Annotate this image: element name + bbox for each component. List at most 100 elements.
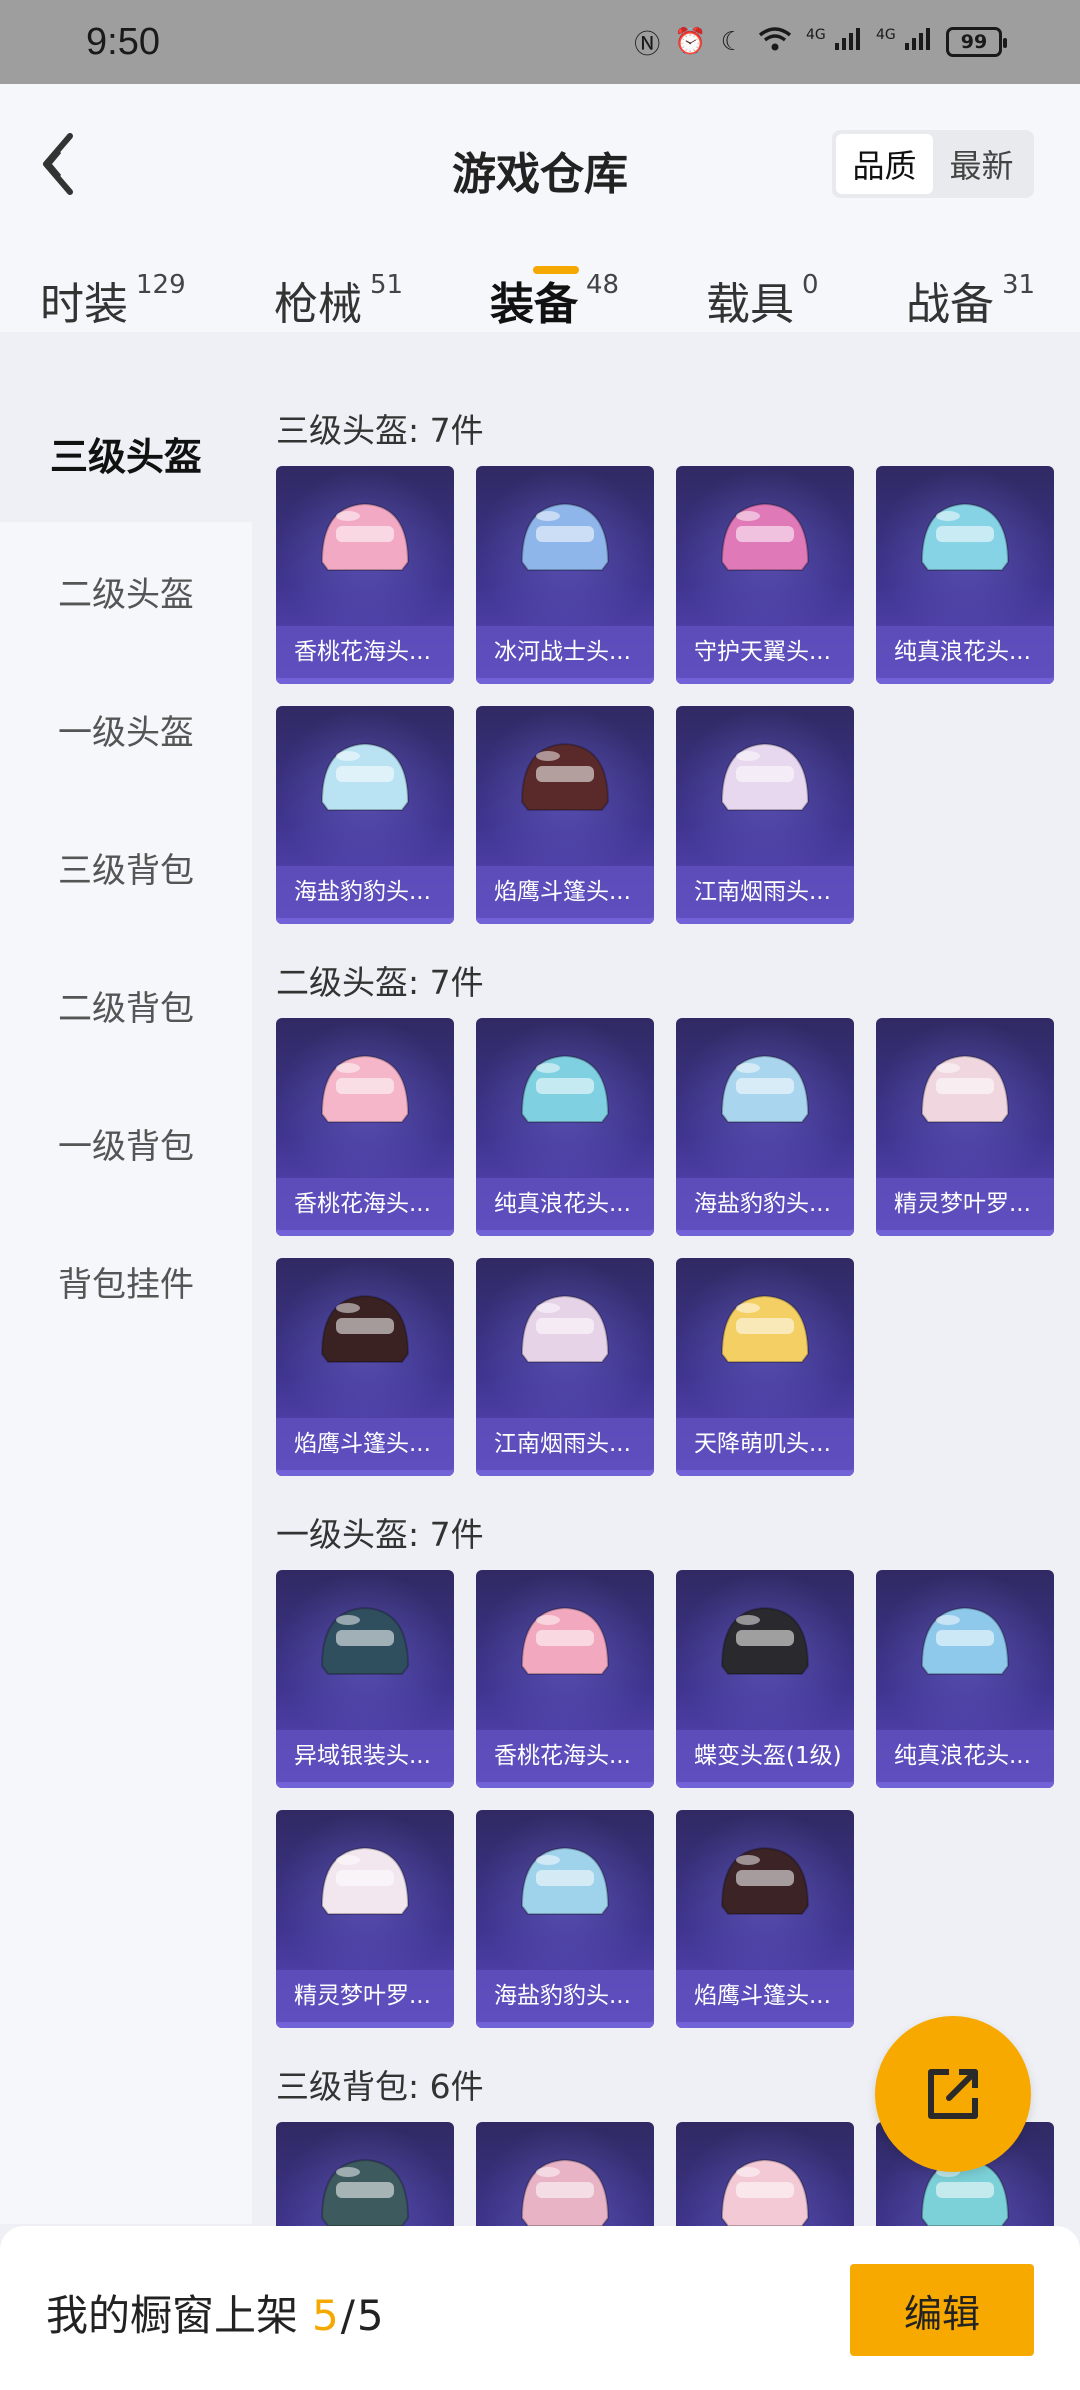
sort-quality-button[interactable]: 品质 <box>836 134 933 194</box>
item-name: 江南烟雨头... <box>676 866 854 918</box>
moon-icon: ☾ <box>720 27 744 57</box>
tab-weapons[interactable]: 枪械 51 <box>274 268 403 332</box>
item-card[interactable]: 冰河战士头... <box>476 466 654 684</box>
helmet-icon <box>520 502 610 571</box>
item-name: 海盐豹豹头... <box>476 1970 654 2022</box>
item-name: 海盐豹豹头... <box>276 866 454 918</box>
item-card[interactable]: 海盐豹豹头... <box>276 706 454 924</box>
item-card[interactable] <box>276 2122 454 2226</box>
item-card[interactable]: 香桃花海头... <box>476 1570 654 1788</box>
section-title: 三级背包: 6件 <box>276 2067 484 2106</box>
signal-icon-2: 4G <box>876 27 932 58</box>
app-header: 游戏仓库 品质 最新 时装 129 枪械 51 装备 48 载具 0 战备 31 <box>0 84 1080 332</box>
item-card[interactable]: 海盐豹豹头... <box>476 1810 654 2028</box>
item-name: 精灵梦叶罗... <box>276 1970 454 2022</box>
status-icons: Ⓝ ⏰ ☾ 4G 4G 99 <box>634 24 1007 61</box>
item-name: 纯真浪花头... <box>876 1730 1054 1782</box>
helmet-icon <box>320 1606 410 1675</box>
item-name: 天降萌叽头... <box>676 1418 854 1470</box>
item-card[interactable]: 香桃花海头... <box>276 1018 454 1236</box>
shelf-status: 我的橱窗上架 5 / 5 <box>46 2291 384 2340</box>
sidebar-item-backpack-charm[interactable]: 背包挂件 <box>0 1212 252 1350</box>
sidebar-item-level1-backpack[interactable]: 一级背包 <box>0 1074 252 1212</box>
item-card[interactable]: 香桃花海头... <box>276 466 454 684</box>
item-card[interactable]: 焰鹰斗篷头... <box>676 1810 854 2028</box>
tab-fashion[interactable]: 时装 129 <box>40 268 186 332</box>
backpack-icon <box>320 2158 410 2226</box>
section-title: 三级头盔: 7件 <box>276 411 484 450</box>
item-grid: 三级头盔: 7件香桃花海头... 冰河战士头... 守护天翼头... 纯真浪花头...… <box>252 384 1080 2226</box>
wifi-icon <box>758 26 792 59</box>
alarm-icon: ⏰ <box>674 27 707 57</box>
item-card[interactable]: 江南烟雨头... <box>476 1258 654 1476</box>
sidebar: 三级头盔 二级头盔 一级头盔 三级背包 二级背包 一级背包 背包挂件 <box>0 384 252 2224</box>
item-card[interactable]: 天降萌叽头... <box>676 1258 854 1476</box>
helmet-icon <box>320 1846 410 1915</box>
helmet-icon <box>320 1054 410 1123</box>
status-time: 9:50 <box>86 20 160 63</box>
item-card[interactable]: 纯真浪花头... <box>876 1570 1054 1788</box>
helmet-icon <box>920 1606 1010 1675</box>
item-card[interactable]: 江南烟雨头... <box>676 706 854 924</box>
signal-icon: 4G <box>806 27 862 58</box>
helmet-icon <box>720 1294 810 1363</box>
bottom-bar: 我的橱窗上架 5 / 5 编辑 <box>0 2226 1080 2390</box>
section-title: 一级头盔: 7件 <box>276 1515 484 1554</box>
item-card[interactable]: 守护天翼头... <box>676 466 854 684</box>
item-name: 守护天翼头... <box>676 626 854 678</box>
helmet-icon <box>720 1846 810 1915</box>
item-name: 异域银装头... <box>276 1730 454 1782</box>
item-name: 焰鹰斗篷头... <box>676 1970 854 2022</box>
category-tabs: 时装 129 枪械 51 装备 48 载具 0 战备 31 <box>0 268 1080 332</box>
sidebar-item-level2-backpack[interactable]: 二级背包 <box>0 936 252 1074</box>
tab-supplies[interactable]: 战备 31 <box>906 268 1035 332</box>
sidebar-item-level1-helmet[interactable]: 一级头盔 <box>0 660 252 798</box>
sidebar-item-level3-helmet[interactable]: 三级头盔 <box>0 384 252 522</box>
item-name: 纯真浪花头... <box>476 1178 654 1230</box>
helmet-icon <box>520 1054 610 1123</box>
share-icon <box>928 2069 978 2119</box>
status-bar: 9:50 Ⓝ ⏰ ☾ 4G 4G 99 <box>0 0 1080 84</box>
item-name: 江南烟雨头... <box>476 1418 654 1470</box>
section-title: 二级头盔: 7件 <box>276 963 484 1002</box>
sidebar-item-level3-backpack[interactable]: 三级背包 <box>0 798 252 936</box>
helmet-icon <box>920 502 1010 571</box>
item-name: 香桃花海头... <box>276 626 454 678</box>
helmet-icon <box>720 742 810 811</box>
item-name: 香桃花海头... <box>276 1178 454 1230</box>
item-name: 蝶变头盔(1级) <box>676 1730 854 1782</box>
backpack-icon <box>720 2158 810 2226</box>
item-card[interactable] <box>476 2122 654 2226</box>
item-card[interactable]: 焰鹰斗篷头... <box>276 1258 454 1476</box>
helmet-icon <box>320 1294 410 1363</box>
item-card[interactable]: 精灵梦叶罗... <box>876 1018 1054 1236</box>
sort-newest-button[interactable]: 最新 <box>933 134 1030 194</box>
item-name: 香桃花海头... <box>476 1730 654 1782</box>
shelf-current-count: 5 <box>312 2291 339 2340</box>
share-button[interactable] <box>875 2016 1031 2172</box>
item-card[interactable]: 焰鹰斗篷头... <box>476 706 654 924</box>
battery-icon: 99 <box>946 27 1007 57</box>
item-card[interactable]: 纯真浪花头... <box>876 466 1054 684</box>
tab-active-indicator <box>533 266 579 274</box>
item-card[interactable]: 蝶变头盔(1级) <box>676 1570 854 1788</box>
backpack-icon <box>520 2158 610 2226</box>
item-card[interactable]: 精灵梦叶罗... <box>276 1810 454 2028</box>
helmet-icon <box>320 502 410 571</box>
item-card[interactable] <box>676 2122 854 2226</box>
tab-equipment[interactable]: 装备 48 <box>490 268 619 332</box>
helmet-icon <box>520 1846 610 1915</box>
item-name: 纯真浪花头... <box>876 626 1054 678</box>
item-card[interactable]: 异域银装头... <box>276 1570 454 1788</box>
helmet-icon <box>720 1606 810 1675</box>
shelf-total-count: 5 <box>356 2291 384 2340</box>
sidebar-item-level2-helmet[interactable]: 二级头盔 <box>0 522 252 660</box>
item-card[interactable]: 海盐豹豹头... <box>676 1018 854 1236</box>
edit-button[interactable]: 编辑 <box>850 2264 1034 2356</box>
tab-vehicles[interactable]: 载具 0 <box>706 268 819 332</box>
item-name: 焰鹰斗篷头... <box>276 1418 454 1470</box>
item-card[interactable]: 纯真浪花头... <box>476 1018 654 1236</box>
nfc-icon: Ⓝ <box>634 29 661 60</box>
item-name: 精灵梦叶罗... <box>876 1178 1054 1230</box>
helmet-icon <box>720 1054 810 1123</box>
